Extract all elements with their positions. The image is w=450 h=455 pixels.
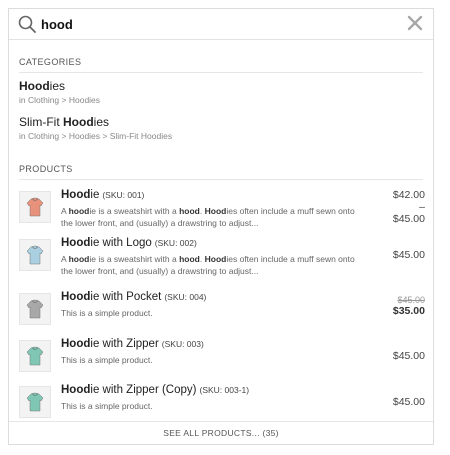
match-highlight: hood <box>68 254 90 264</box>
category-name: Hoodies <box>19 79 65 93</box>
product-row[interactable]: Hoodie with Pocket (SKU: 004) This is a si… <box>19 291 425 335</box>
match-highlight: Hood <box>63 115 94 129</box>
product-sku: (SKU: 003-1) <box>199 385 250 395</box>
product-name: Hoodie with Logo (SKU: 002) <box>61 237 197 249</box>
product-sku: (SKU: 002) <box>154 238 197 248</box>
products-heading: PRODUCTS <box>19 164 423 180</box>
product-description: This is a simple product. <box>61 355 153 365</box>
product-sku: (SKU: 001) <box>102 190 145 200</box>
product-thumbnail <box>19 386 51 418</box>
match-highlight: Hood <box>61 189 91 201</box>
product-description: A hoodie is a sweatshirt with a hood. Ho… <box>61 206 355 228</box>
sale-price: $35.00 <box>392 305 425 317</box>
product-price: $45.00 $35.00 <box>365 295 425 317</box>
product-sku: (SKU: 004) <box>164 292 207 302</box>
product-name: Hoodie with Zipper (Copy) (SKU: 003-1) <box>61 384 250 396</box>
price: $45.00 <box>392 350 425 362</box>
match-highlight: hood <box>179 206 200 216</box>
price: $42.00 <box>392 189 425 201</box>
price: $45.00 <box>392 213 425 225</box>
category-item[interactable]: Hoodies in Clothing > Hoodies <box>19 79 423 105</box>
category-name: Slim-Fit Hoodies <box>19 115 109 129</box>
match-highlight: Hood <box>61 237 91 249</box>
price: – <box>419 201 425 213</box>
product-description: This is a simple product. <box>61 401 153 411</box>
product-row[interactable]: Hoodie (SKU: 001) A hoodie is a sweatshirt… <box>19 189 425 233</box>
match-highlight: Hood <box>19 79 50 93</box>
match-highlight: Hood <box>61 291 91 303</box>
product-thumbnail <box>19 293 51 325</box>
product-description: This is a simple product. <box>61 308 153 318</box>
hoodie-icon <box>26 392 44 412</box>
product-info: Hoodie with Zipper (Copy) (SKU: 003-1) Thi… <box>61 384 363 412</box>
product-price: $45.00 <box>365 350 425 362</box>
hoodie-icon <box>26 197 44 217</box>
product-info: Hoodie with Logo (SKU: 002) A hoodie is a … <box>61 237 363 277</box>
hoodie-icon <box>26 299 44 319</box>
see-all-products-link[interactable]: SEE ALL PRODUCTS... (35) <box>9 421 433 444</box>
search-icon <box>18 15 36 33</box>
product-price: $45.00 <box>365 396 425 408</box>
product-price: $42.00– $45.00 <box>365 189 425 225</box>
search-input[interactable] <box>41 14 381 34</box>
product-info: Hoodie with Pocket (SKU: 004) This is a si… <box>61 291 363 319</box>
product-thumbnail <box>19 340 51 372</box>
match-highlight: Hood <box>61 338 91 350</box>
product-sku: (SKU: 003) <box>161 339 204 349</box>
category-item[interactable]: Slim-Fit Hoodies in Clothing > Hoodies > … <box>19 115 423 141</box>
product-thumbnail <box>19 239 51 271</box>
product-row[interactable]: Hoodie with Logo (SKU: 002) A hoodie is a … <box>19 237 425 281</box>
product-thumbnail <box>19 191 51 223</box>
category-path: in Clothing > Hoodies <box>19 95 101 105</box>
price: $45.00 <box>392 249 425 261</box>
hoodie-icon <box>26 346 44 366</box>
hoodie-icon <box>26 245 44 265</box>
product-name: Hoodie with Pocket (SKU: 004) <box>61 291 207 303</box>
product-price: $45.00 <box>365 249 425 261</box>
regular-price: $45.00 <box>397 295 425 305</box>
product-description: A hoodie is a sweatshirt with a hood. Ho… <box>61 254 355 276</box>
product-name: Hoodie (SKU: 001) <box>61 189 145 201</box>
search-results-panel: CATEGORIES Hoodies in Clothing > Hoodies S… <box>8 8 434 445</box>
product-name: Hoodie with Zipper (SKU: 003) <box>61 338 204 350</box>
match-highlight: Hood <box>204 206 227 216</box>
category-path: in Clothing > Hoodies > Slim-Fit Hoodies <box>19 131 173 141</box>
products-section: PRODUCTS <box>9 164 433 180</box>
product-row[interactable]: Hoodie with Zipper (SKU: 003) This is a si… <box>19 338 425 382</box>
match-highlight: hood <box>68 206 90 216</box>
close-icon[interactable] <box>407 15 423 31</box>
product-info: Hoodie (SKU: 001) A hoodie is a sweatshirt… <box>61 189 363 229</box>
search-bar <box>9 9 433 40</box>
match-highlight: Hood <box>204 254 227 264</box>
match-highlight: Hood <box>61 384 91 396</box>
price: $45.00 <box>392 396 425 408</box>
categories-section: CATEGORIES <box>9 57 433 73</box>
categories-heading: CATEGORIES <box>19 57 423 73</box>
match-highlight: hood <box>179 254 200 264</box>
product-info: Hoodie with Zipper (SKU: 003) This is a si… <box>61 338 363 366</box>
